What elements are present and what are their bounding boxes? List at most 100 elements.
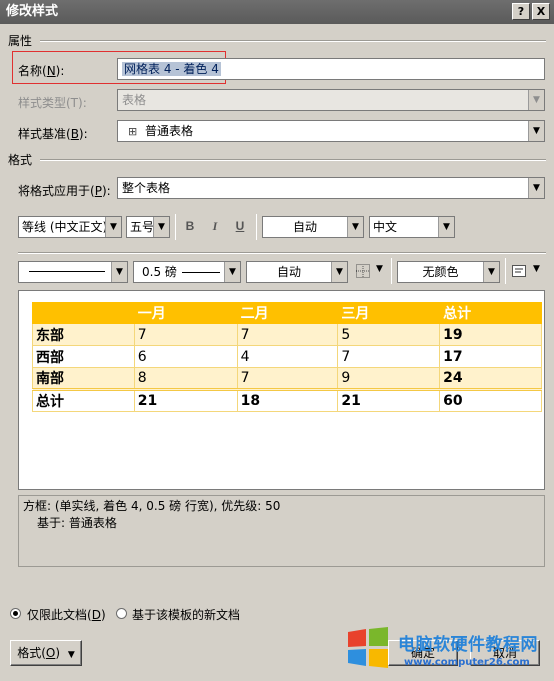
font-name-select[interactable]: 等线 (中文正文) ▼ <box>18 216 122 238</box>
watermark-url: www.computer26.com <box>404 657 530 668</box>
border-weight-select[interactable]: 0.5 磅 ▼ <box>133 261 241 283</box>
name-input-value: 网格表 4 - 着色 4 <box>122 62 221 76</box>
preview-total-row: 总计 21 18 21 60 <box>32 388 542 412</box>
chevron-down-icon: ▼ <box>153 217 169 237</box>
toolbar-separator <box>505 258 506 284</box>
preview-cell: 6 <box>133 345 238 368</box>
preview-row-header: 西部 <box>32 345 135 368</box>
thin-line-icon <box>182 272 220 273</box>
preview-table: 一月 二月 三月 总计 东部 7 7 5 19 西部 6 4 7 17 南部 8… <box>32 302 542 412</box>
format-section-label: 格式 <box>8 153 33 167</box>
preview-cell: 7 <box>133 323 238 346</box>
style-type-value: 表格 <box>122 93 147 107</box>
style-description: 方框: (单实线, 着色 4, 0.5 磅 行宽), 优先级: 50 基于: 普… <box>18 495 545 567</box>
preview-header-row: 一月 二月 三月 总计 <box>32 302 542 324</box>
chevron-down-icon: ▼ <box>438 217 454 237</box>
border-color-value: 自动 <box>276 265 301 279</box>
chevron-down-icon: ▼ <box>111 262 127 282</box>
description-line: 方框: (单实线, 着色 4, 0.5 磅 行宽), 优先级: 50 <box>23 499 281 513</box>
chevron-down-icon: ▼ <box>528 90 544 110</box>
preview-cell: 18 <box>236 388 339 412</box>
preview-cell: 24 <box>439 367 542 390</box>
based-on-value: 普通表格 <box>145 124 194 138</box>
style-type-label: 样式类型(T): <box>18 96 87 110</box>
toolbar-separator <box>256 214 257 240</box>
based-on-select[interactable]: ⊞ 普通表格 ▼ <box>117 120 545 142</box>
preview-header-cell: 二月 <box>236 302 339 324</box>
preview-header-cell: 三月 <box>337 302 441 324</box>
preview-row: 西部 6 4 7 17 <box>32 345 542 368</box>
based-on-label: 样式基准(B): <box>18 127 88 141</box>
underline-button[interactable]: U <box>230 216 250 238</box>
preview-cell: 8 <box>133 367 238 390</box>
dialog-title: 修改样式 <box>6 4 59 19</box>
format-divider <box>40 159 546 161</box>
toolbar-separator <box>391 258 392 284</box>
shading-select[interactable]: 无颜色 ▼ <box>397 261 500 283</box>
border-weight-value: 0.5 磅 <box>142 265 177 279</box>
style-preview: 一月 二月 三月 总计 东部 7 7 5 19 西部 6 4 7 17 南部 8… <box>18 290 545 490</box>
apply-to-value: 整个表格 <box>122 181 171 195</box>
new-documents-label[interactable]: 基于该模板的新文档 <box>132 606 240 623</box>
properties-divider <box>40 40 546 42</box>
dialog-title-bar: 修改样式 <box>0 0 554 24</box>
font-color-select[interactable]: 自动 ▼ <box>262 216 364 238</box>
new-documents-radio[interactable] <box>116 608 127 619</box>
language-value: 中文 <box>373 220 398 234</box>
chevron-down-icon: ▼ <box>528 178 544 198</box>
preview-cell: 7 <box>337 345 441 368</box>
border-style-select[interactable]: ▼ <box>18 261 128 283</box>
preview-cell: 21 <box>133 388 238 412</box>
shading-value: 无颜色 <box>422 265 459 279</box>
description-line: 基于: 普通表格 <box>37 516 117 530</box>
help-button[interactable]: ? <box>512 3 530 20</box>
only-this-document-radio[interactable] <box>10 608 21 619</box>
properties-section-label: 属性 <box>8 34 33 48</box>
preview-cell: 9 <box>337 367 441 390</box>
italic-button[interactable]: I <box>205 216 225 238</box>
only-this-document-label[interactable]: 仅限此文档(D) <box>27 606 106 623</box>
preview-cell: 60 <box>439 388 542 412</box>
preview-header-cell <box>32 302 135 324</box>
preview-cell: 7 <box>236 367 339 390</box>
font-name-value: 等线 (中文正文) <box>22 220 108 234</box>
preview-cell: 21 <box>337 388 441 412</box>
preview-row-header: 东部 <box>32 323 135 346</box>
apply-to-label: 将格式应用于(P): <box>18 184 111 198</box>
alignment-menu-chevron-down-icon[interactable]: ▼ <box>533 264 540 274</box>
close-button[interactable]: X <box>532 3 550 20</box>
preview-cell: 19 <box>439 323 542 346</box>
name-label: 名称(N): <box>18 64 65 78</box>
font-color-value: 自动 <box>292 220 317 234</box>
border-color-select[interactable]: 自动 ▼ <box>246 261 348 283</box>
watermark-text: 电脑软硬件教程网 <box>398 635 538 655</box>
alignment-icon[interactable] <box>511 263 527 279</box>
preview-row: 东部 7 7 5 19 <box>32 323 542 346</box>
preview-cell: 7 <box>236 323 339 346</box>
apply-to-select[interactable]: 整个表格 ▼ <box>117 177 545 199</box>
chevron-down-icon: ▼ <box>224 262 240 282</box>
font-size-select[interactable]: 五号 ▼ <box>126 216 170 238</box>
style-type-select[interactable]: 表格 ▼ <box>117 89 545 111</box>
format-menu-button[interactable]: 格式(O) ▼ <box>10 640 82 666</box>
solid-line-icon <box>29 271 105 272</box>
chevron-down-icon: ▼ <box>67 650 75 660</box>
chevron-down-icon: ▼ <box>528 121 544 141</box>
preview-row-header: 南部 <box>32 367 135 390</box>
name-input[interactable]: 网格表 4 - 着色 4 <box>117 58 545 80</box>
language-select[interactable]: 中文 ▼ <box>369 216 455 238</box>
border-grid-icon[interactable] <box>355 263 371 279</box>
preview-cell: 17 <box>439 345 542 368</box>
chevron-down-icon: ▼ <box>105 217 121 237</box>
toolbar-divider <box>18 252 546 254</box>
toolbar-separator <box>175 214 176 240</box>
table-grid-icon: ⊞ <box>128 125 138 138</box>
border-menu-chevron-down-icon[interactable]: ▼ <box>376 264 383 274</box>
preview-row-header: 总计 <box>32 388 135 412</box>
preview-cell: 4 <box>236 345 339 368</box>
chevron-down-icon: ▼ <box>347 217 363 237</box>
bold-button[interactable]: B <box>180 216 200 238</box>
windows-logo-icon <box>346 626 390 670</box>
chevron-down-icon: ▼ <box>483 262 499 282</box>
preview-cell: 5 <box>337 323 441 346</box>
